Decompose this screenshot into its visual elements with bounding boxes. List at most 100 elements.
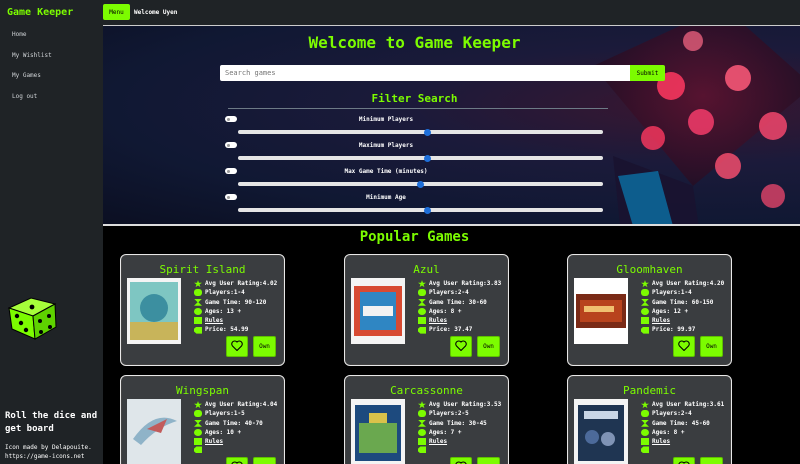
rating-text: Avg User Rating:4.04 xyxy=(205,401,278,408)
rules-link[interactable]: Rules xyxy=(429,437,447,446)
time-text: Game Time: 30-60 xyxy=(429,298,487,306)
hero-banner: Welcome to Game Keeper Submit Filter Sea… xyxy=(103,25,800,226)
filter-label: Minimum Age xyxy=(366,194,406,201)
sidebar-nav: Home My Wishlist My Games Log out xyxy=(12,31,52,113)
slider-handle[interactable] xyxy=(417,180,424,188)
game-box-image xyxy=(574,278,628,344)
ages-text: Ages: 12 + xyxy=(652,307,689,315)
game-box-image xyxy=(351,399,405,464)
icon-credit: Icon made by Delapouite. https://game-ic… xyxy=(5,444,92,460)
star-icon xyxy=(194,280,202,288)
hourglass-icon xyxy=(418,298,426,306)
slider-handle[interactable] xyxy=(424,206,432,214)
price-tag-icon xyxy=(641,326,649,334)
rules-link[interactable]: Rules xyxy=(652,316,670,325)
game-title[interactable]: Carcassonne xyxy=(345,384,508,397)
price-tag-icon xyxy=(641,446,649,454)
nav-item-home[interactable]: Home xyxy=(12,31,52,52)
players-icon xyxy=(641,289,649,297)
wishlist-heart-button[interactable] xyxy=(450,457,472,464)
star-icon xyxy=(194,401,202,409)
heart-icon xyxy=(678,340,690,352)
own-button[interactable]: Own xyxy=(700,336,723,357)
rules-link[interactable]: Rules xyxy=(205,316,223,325)
price-tag-icon xyxy=(194,446,202,454)
game-box-image xyxy=(127,278,181,344)
ages-text: Ages: 8 + xyxy=(652,428,685,436)
players-text: Players:1-4 xyxy=(652,289,692,297)
search-input[interactable] xyxy=(220,65,630,81)
filter-min-players: Minimum Players xyxy=(225,116,607,138)
wishlist-heart-button[interactable] xyxy=(673,336,695,357)
game-facts: Avg User Rating:3.53 Players:2-5 Game Ti… xyxy=(418,400,502,454)
top-bar: Menu Welcome Uyen xyxy=(103,0,800,25)
ages-text: Ages: 7 + xyxy=(429,428,462,436)
slider-track[interactable] xyxy=(238,180,603,188)
own-button[interactable]: Own xyxy=(477,336,500,357)
slider-handle[interactable] xyxy=(424,128,432,136)
price-text: Price: 37.47 xyxy=(429,326,473,334)
game-card: Azul Avg User Rating:3.83 Players:2-4 Ga… xyxy=(344,254,509,366)
rules-link[interactable]: Rules xyxy=(652,437,670,446)
nav-item-my-games[interactable]: My Games xyxy=(12,72,52,93)
game-title[interactable]: Azul xyxy=(345,263,508,276)
players-text: Players:2-4 xyxy=(652,410,692,418)
own-button[interactable]: Own xyxy=(253,336,276,357)
wishlist-heart-button[interactable] xyxy=(450,336,472,357)
rating-text: Avg User Rating:3.53 xyxy=(429,401,502,408)
ages-text: Ages: 13 + xyxy=(205,307,242,315)
slider-track[interactable] xyxy=(238,154,603,162)
game-card: Wingspan Avg User Rating:4.04 Players:1-… xyxy=(120,375,285,464)
nav-item-wishlist[interactable]: My Wishlist xyxy=(12,52,52,73)
own-button[interactable] xyxy=(700,457,723,464)
rules-link[interactable]: Rules xyxy=(429,316,447,325)
game-card: Gloomhaven Avg User Rating:4.20 Players:… xyxy=(567,254,732,366)
rating-text: Avg User Rating:3.61 xyxy=(652,401,725,408)
time-text: Game Time: 30-45 xyxy=(429,419,487,427)
wishlist-heart-button[interactable] xyxy=(226,457,248,464)
players-icon xyxy=(418,289,426,297)
filter-title: Filter Search xyxy=(371,92,458,105)
star-icon xyxy=(418,280,426,288)
heart-icon xyxy=(231,340,243,352)
own-button[interactable] xyxy=(477,457,500,464)
slider-track[interactable] xyxy=(238,206,603,214)
dice-icon xyxy=(7,294,59,340)
price-tag-icon xyxy=(418,446,426,454)
heart-icon xyxy=(455,340,467,352)
filter-max-game-time: Max Game Time (minutes) xyxy=(225,168,607,190)
wishlist-heart-button[interactable] xyxy=(673,457,695,464)
wishlist-heart-button[interactable] xyxy=(226,336,248,357)
players-text: Players:1-4 xyxy=(205,289,245,297)
game-title[interactable]: Gloomhaven xyxy=(568,263,731,276)
book-icon xyxy=(418,438,426,446)
slider-track[interactable] xyxy=(238,128,603,136)
age-icon xyxy=(194,308,202,316)
players-icon xyxy=(418,410,426,418)
price-tag-icon xyxy=(194,326,202,334)
brand-title[interactable]: Game Keeper xyxy=(7,7,73,18)
age-icon xyxy=(418,429,426,437)
filter-label: Maximum Players xyxy=(358,142,414,149)
price-tag-icon xyxy=(418,326,426,334)
rating-text: Avg User Rating:4.02 xyxy=(205,280,278,287)
submit-button[interactable]: Submit xyxy=(630,65,665,81)
own-button[interactable] xyxy=(253,457,276,464)
book-icon xyxy=(641,317,649,325)
game-title[interactable]: Pandemic xyxy=(568,384,731,397)
game-title[interactable]: Wingspan xyxy=(121,384,284,397)
game-title[interactable]: Spirit Island xyxy=(121,263,284,276)
book-icon xyxy=(194,438,202,446)
filter-min-age: Minimum Age xyxy=(225,194,607,216)
time-text: Game Time: 45-60 xyxy=(652,419,710,427)
slider-handle[interactable] xyxy=(424,154,432,162)
rules-link[interactable]: Rules xyxy=(205,437,223,446)
ages-text: Ages: 8 + xyxy=(429,307,462,315)
time-text: Game Time: 60-150 xyxy=(652,298,714,306)
menu-button[interactable]: Menu xyxy=(103,4,130,20)
welcome-user-text: Welcome Uyen xyxy=(134,9,178,16)
ages-text: Ages: 10 + xyxy=(205,428,242,436)
nav-item-log-out[interactable]: Log out xyxy=(12,93,52,114)
time-text: Game Time: 40-70 xyxy=(205,419,263,427)
price-text: Price: 99.97 xyxy=(652,326,696,334)
